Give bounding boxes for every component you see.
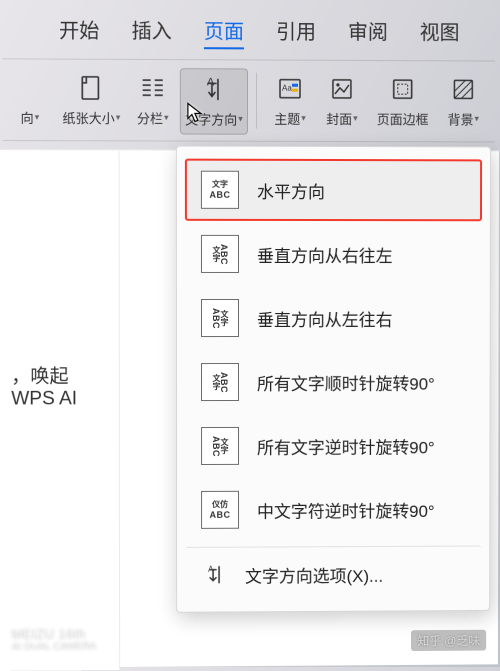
columns-dropdown[interactable]: 分栏▾: [128, 68, 178, 133]
tab-start[interactable]: 开始: [59, 14, 99, 48]
document-text: ，唤起WPS AI: [11, 366, 77, 409]
divider: [3, 140, 495, 142]
camera-watermark: MEIZU 16th AI DUAL CAMERA: [12, 627, 96, 654]
divider: [256, 73, 257, 129]
ccw90-thumb-icon: 文字 ABC: [201, 427, 239, 465]
page-border-button[interactable]: 页面边框: [369, 69, 437, 133]
menu-item-vertical-rtl[interactable]: ABC 文字 垂直方向从右往左: [185, 223, 482, 285]
menu-item-vertical-ltr[interactable]: 文字 ABC 垂直方向从左往右: [185, 287, 482, 349]
orientation-label: 向: [21, 108, 34, 127]
background-label: 背景: [448, 109, 474, 128]
svg-text:Aa: Aa: [282, 84, 292, 93]
paper-size-label: 纸张大小: [62, 108, 114, 127]
cjk-ccw90-thumb-icon: 仪仿 ABC: [201, 491, 239, 529]
tab-insert[interactable]: 插入: [132, 15, 172, 49]
cover-dropdown[interactable]: 封面▾: [317, 69, 367, 133]
menu-label: 中文字符逆时针旋转90°: [257, 497, 435, 523]
vertical-rtl-thumb-icon: ABC 文字: [201, 235, 239, 273]
vertical-ltr-thumb-icon: 文字 ABC: [201, 299, 239, 337]
text-direction-menu: 文字 ABC 水平方向 ABC 文字 垂直方向从右往左 文字 ABC 垂直方向从…: [176, 146, 491, 613]
menu-item-ccw90[interactable]: 文字 ABC 所有文字逆时针旋转90°: [185, 414, 482, 477]
tab-reference[interactable]: 引用: [276, 15, 316, 49]
menu-label: 水平方向: [257, 177, 325, 202]
svg-text:A: A: [208, 565, 214, 574]
tab-page[interactable]: 页面: [204, 15, 244, 49]
theme-label: 主题: [274, 109, 300, 128]
paper-size-icon: [76, 73, 106, 103]
text-direction-dropdown[interactable]: A 文字方向▾: [180, 68, 248, 135]
camera-sub: AI DUAL CAMERA: [12, 640, 96, 654]
cover-label: 封面: [326, 109, 352, 128]
ribbon-tabs: 开始 插入 页面 引用 审阅 视图: [0, 0, 499, 61]
paper-size-dropdown[interactable]: 纸张大小▾: [57, 68, 126, 133]
menu-item-options[interactable]: A 文字方向选项(X)...: [185, 545, 481, 599]
page-border-label: 页面边框: [377, 109, 429, 128]
text-direction-options-icon: A: [201, 562, 227, 588]
background-icon: [448, 74, 478, 104]
zhihu-watermark: 知乎 @乏味: [411, 630, 486, 651]
camera-brand: MEIZU 16th: [12, 627, 96, 641]
theme-dropdown[interactable]: Aa 主题▾: [265, 69, 315, 133]
tab-review[interactable]: 审阅: [348, 16, 388, 50]
tab-view[interactable]: 视图: [420, 16, 460, 50]
page-border-icon: [388, 74, 418, 104]
cw90-thumb-icon: ABC 文字: [201, 363, 239, 401]
menu-label: 垂直方向从右往左: [257, 241, 393, 266]
cover-icon: [327, 74, 357, 104]
text-direction-icon: A: [199, 74, 229, 104]
menu-item-cjk-ccw90[interactable]: 仪仿 ABC 中文字符逆时针旋转90°: [185, 478, 481, 541]
columns-label: 分栏: [137, 108, 163, 127]
columns-icon: [138, 73, 168, 103]
menu-item-cw90[interactable]: ABC 文字 所有文字顺时针旋转90°: [185, 351, 482, 413]
svg-text:A: A: [207, 76, 215, 88]
menu-label: 垂直方向从左往右: [257, 305, 393, 330]
menu-label: 文字方向选项(X)...: [245, 561, 383, 587]
text-direction-label: 文字方向: [185, 109, 237, 128]
ribbon-toolbar: 向▾ 纸张大小▾ 分栏▾ A 文字方向▾ Aa 主题▾ 封面▾: [0, 59, 499, 141]
menu-item-horizontal[interactable]: 文字 ABC 水平方向: [185, 159, 482, 222]
theme-icon: Aa: [275, 74, 305, 104]
background-dropdown[interactable]: 背景▾: [438, 69, 488, 133]
menu-label: 所有文字逆时针旋转90°: [257, 433, 435, 458]
document-text-area[interactable]: ，唤起WPS AI: [0, 149, 120, 671]
horizontal-thumb-icon: 文字 ABC: [201, 171, 239, 209]
menu-label: 所有文字顺时针旋转90°: [257, 369, 435, 394]
orientation-dropdown[interactable]: 向▾: [5, 67, 56, 132]
